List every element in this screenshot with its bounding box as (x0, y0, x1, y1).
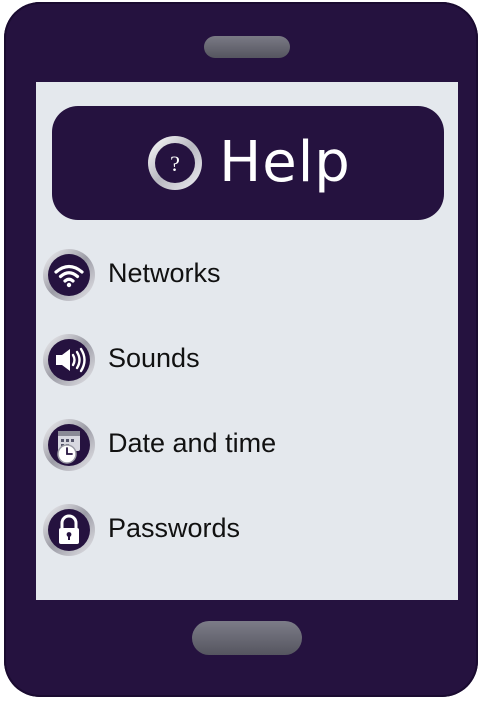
menu-item-label: Sounds (108, 343, 200, 373)
phone-speaker (204, 36, 290, 58)
question-mark-icon: ? (148, 136, 203, 190)
help-menu: Networks Sounds Date and time Passwords (42, 248, 442, 588)
lock-icon (43, 504, 95, 556)
question-mark-glyph: ? (170, 151, 180, 176)
menu-item-sounds[interactable]: Sounds (42, 333, 442, 418)
help-header: ? Help (52, 106, 444, 220)
menu-item-networks[interactable]: Networks (42, 248, 442, 333)
wifi-icon (43, 249, 95, 301)
menu-item-date-and-time[interactable]: Date and time (42, 418, 442, 503)
calendar-clock-icon (43, 419, 95, 471)
menu-item-label: Passwords (108, 513, 241, 543)
home-button[interactable] (192, 621, 302, 655)
speaker-icon (43, 334, 95, 386)
phone-device: ? Help Networks Sounds Date and time Pas… (4, 2, 478, 697)
menu-item-label: Networks (108, 258, 221, 288)
phone-screen: ? Help Networks Sounds Date and time Pas… (36, 82, 458, 600)
menu-item-passwords[interactable]: Passwords (42, 503, 442, 588)
page-title: Help (219, 130, 351, 195)
menu-item-label: Date and time (108, 428, 277, 458)
